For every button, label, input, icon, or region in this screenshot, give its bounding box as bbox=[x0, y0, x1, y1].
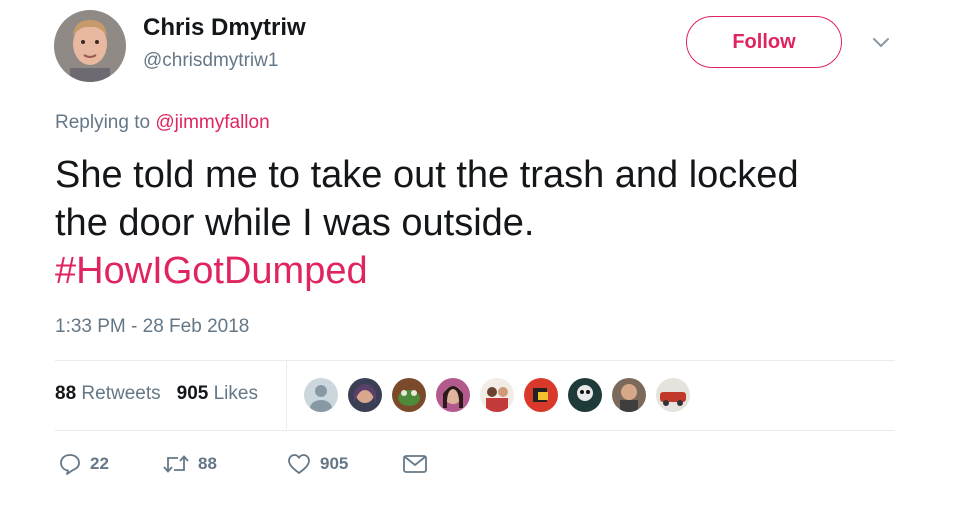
retweet-count: 88 bbox=[198, 454, 217, 473]
tweet-timestamp[interactable]: 1:33 PM - 28 Feb 2018 bbox=[55, 316, 249, 338]
likes-stat[interactable]: 905 Likes bbox=[177, 383, 258, 405]
retweet-button[interactable]: 88 bbox=[162, 452, 286, 476]
liker-avatar[interactable] bbox=[346, 376, 384, 414]
liker-avatar[interactable] bbox=[522, 376, 560, 414]
like-button[interactable]: 905 bbox=[286, 452, 402, 476]
liker-avatar-icon bbox=[656, 378, 690, 412]
liker-avatar[interactable] bbox=[654, 376, 692, 414]
chevron-down-icon bbox=[873, 38, 889, 48]
heart-icon bbox=[288, 454, 310, 474]
tweet-line-2: the door while I was outside. bbox=[55, 202, 535, 244]
liker-avatar-icon bbox=[524, 378, 558, 412]
divider bbox=[286, 361, 287, 429]
reply-count: 22 bbox=[90, 454, 109, 473]
likes-count: 905 bbox=[176, 383, 209, 404]
likes-label: Likes bbox=[213, 383, 258, 404]
liker-avatar-icon bbox=[392, 378, 426, 412]
envelope-icon bbox=[403, 455, 427, 473]
follow-button[interactable]: Follow bbox=[686, 16, 842, 68]
reply-button[interactable]: 22 bbox=[58, 452, 162, 476]
liker-avatar[interactable] bbox=[566, 376, 604, 414]
liker-avatars bbox=[302, 376, 692, 414]
like-count: 905 bbox=[320, 454, 349, 473]
divider bbox=[55, 360, 895, 361]
replying-to: Replying to @jimmyfallon bbox=[55, 112, 270, 134]
profile-photo-icon bbox=[54, 10, 126, 82]
liker-avatar[interactable] bbox=[478, 376, 516, 414]
liker-avatar-icon bbox=[612, 378, 646, 412]
tweet-text: She told me to take out the trash and lo… bbox=[55, 151, 915, 295]
tweet-line-1: She told me to take out the trash and lo… bbox=[55, 154, 799, 196]
retweets-count: 88 bbox=[55, 383, 77, 404]
mention-link[interactable]: @jimmyfallon bbox=[155, 112, 269, 133]
reply-icon bbox=[60, 454, 80, 475]
tweet-actions: 22 88 905 bbox=[58, 452, 428, 476]
liker-avatar[interactable] bbox=[302, 376, 340, 414]
retweets-label: Retweets bbox=[81, 383, 161, 404]
replying-prefix: Replying to bbox=[55, 112, 151, 133]
author-name[interactable]: Chris Dmytriw bbox=[143, 14, 306, 42]
retweet-icon bbox=[163, 455, 189, 473]
liker-avatar[interactable] bbox=[434, 376, 472, 414]
retweets-stat[interactable]: 88 Retweets bbox=[55, 383, 161, 405]
more-options-button[interactable] bbox=[868, 30, 894, 56]
liker-avatar[interactable] bbox=[390, 376, 428, 414]
author-handle[interactable]: @chrisdmytriw1 bbox=[143, 50, 278, 72]
hashtag-link[interactable]: #HowIGotDumped bbox=[55, 247, 915, 295]
liker-avatar-icon bbox=[348, 378, 382, 412]
liker-avatar-icon bbox=[480, 378, 514, 412]
author-avatar[interactable] bbox=[54, 10, 126, 82]
liker-avatar[interactable] bbox=[610, 376, 648, 414]
liker-avatar-icon bbox=[436, 378, 470, 412]
divider bbox=[55, 430, 895, 431]
liker-avatar-icon bbox=[568, 378, 602, 412]
tweet-stats: 88 Retweets 905 Likes bbox=[55, 383, 258, 405]
direct-message-button[interactable] bbox=[402, 453, 428, 475]
default-avatar-icon bbox=[304, 378, 338, 412]
